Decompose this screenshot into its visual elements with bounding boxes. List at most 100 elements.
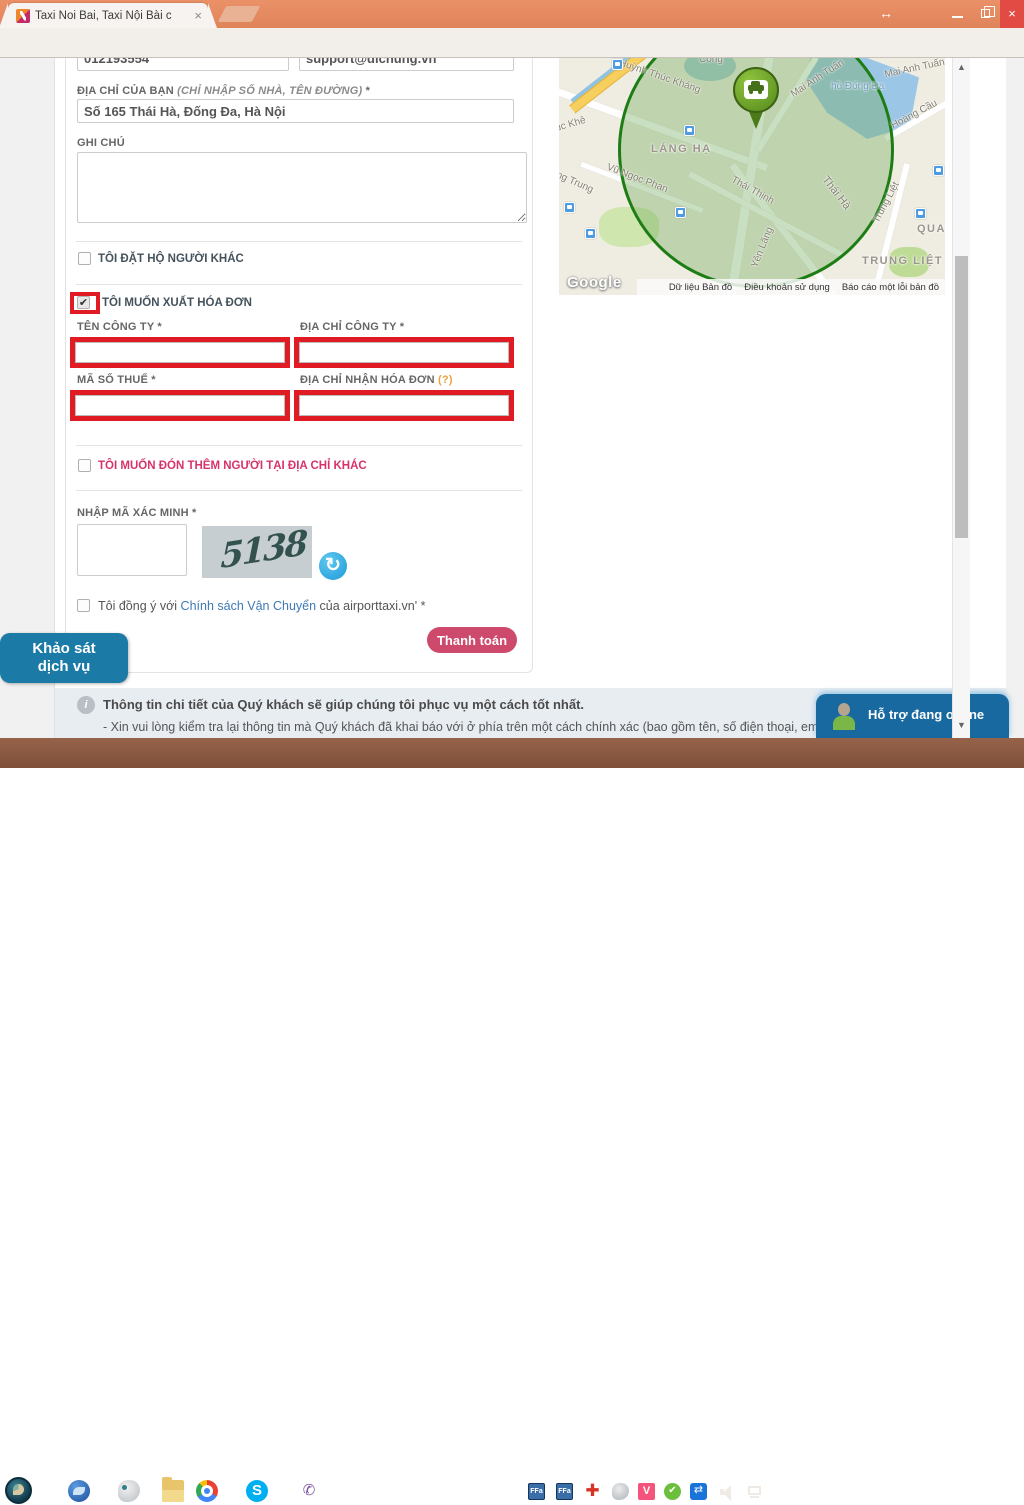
viber-icon[interactable]: ✆ — [298, 1480, 320, 1502]
window-maximize-button[interactable] — [972, 4, 1000, 24]
start-button[interactable] — [5, 1477, 32, 1504]
google-map[interactable]: Huỳnh Thúc Kháng Mai Anh Tuấn Mai Anh Tu… — [559, 58, 945, 295]
window-resize-icon[interactable]: ↔ — [874, 5, 898, 23]
network-icon[interactable] — [748, 1486, 765, 1503]
transit-station-icon[interactable] — [684, 125, 695, 136]
phone-input[interactable] — [77, 58, 289, 71]
support-chat-widget[interactable]: Hỗ trợ đang online — [816, 694, 1009, 738]
company-name-label: TÊN CÔNG TY * — [77, 321, 162, 333]
terms-link[interactable]: Điều khoản sử dụng — [744, 282, 830, 293]
page-viewport: ĐỊA CHỈ CỦA BẠN (CHỈ NHẬP SỐ NHÀ, TÊN ĐƯ… — [0, 58, 1024, 738]
policy-link[interactable]: Chính sách Vận Chuyển — [181, 599, 317, 613]
book-for-other-checkbox[interactable] — [78, 252, 91, 265]
agree-row: Tôi đồng ý với Chính sách Vận Chuyển của… — [98, 599, 425, 613]
antivirus-tray-icon[interactable]: ✔ — [664, 1483, 681, 1500]
browser-toolbar: ← → ↻ airporttaxi.vn/home/info?airport=1… — [0, 28, 1024, 58]
divider — [76, 241, 522, 242]
invoice-address-field-highlight — [294, 390, 514, 421]
help-icon[interactable]: (?) — [438, 374, 453, 386]
ffa-tray-icon[interactable]: FFa — [556, 1483, 573, 1500]
pin-car-badge — [744, 80, 768, 99]
car-icon — [748, 85, 764, 91]
invoice-checkbox[interactable]: ✔ — [77, 296, 90, 309]
pickup-location-pin[interactable] — [733, 67, 779, 133]
divider — [76, 490, 522, 491]
address-label: ĐỊA CHỈ CỦA BẠN (CHỈ NHẬP SỐ NHÀ, TÊN ĐƯ… — [77, 85, 370, 97]
agree-text: Tôi đồng ý với — [98, 599, 181, 613]
divider — [76, 284, 522, 285]
site-favicon — [16, 9, 30, 23]
note-textarea[interactable] — [77, 152, 527, 223]
info-icon: i — [77, 696, 95, 714]
company-address-field-highlight — [294, 337, 514, 368]
survey-line2: dịch vụ — [0, 658, 128, 676]
check-icon: ✔ — [79, 297, 88, 309]
new-tab-button[interactable] — [218, 6, 261, 22]
teamviewer-tray-icon[interactable]: ⇄ — [690, 1483, 707, 1500]
windows-taskbar: S ✆ FFa FFa ✚ V ✔ ⇄ ENG 3:56 PM — [0, 738, 1024, 768]
address-input[interactable] — [77, 99, 514, 123]
info-detail: - Xin vui lòng kiểm tra lại thông tin mà… — [103, 720, 845, 734]
support-agent-avatar — [830, 702, 858, 730]
transit-station-icon[interactable] — [915, 208, 926, 219]
bird-app-icon[interactable] — [118, 1480, 140, 1502]
captcha-refresh-icon[interactable]: ↻ — [319, 552, 347, 580]
transit-station-icon[interactable] — [585, 228, 596, 239]
pay-button[interactable]: Thanh toán — [427, 627, 517, 653]
file-explorer-icon[interactable] — [162, 1480, 184, 1502]
company-address-label: ĐỊA CHỈ CÔNG TY * — [300, 321, 404, 333]
captcha-label: NHẬP MÃ XÁC MINH * — [77, 507, 197, 519]
captcha-input[interactable] — [77, 524, 187, 576]
scroll-up-icon[interactable]: ▲ — [957, 62, 966, 72]
invoice-label: TÔI MUỐN XUẤT HÓA ĐƠN — [102, 297, 252, 309]
v-tray-icon[interactable]: V — [638, 1483, 655, 1500]
transit-station-icon[interactable] — [933, 165, 944, 176]
pickup-other-checkbox[interactable] — [78, 459, 91, 472]
clock[interactable]: 3:56 PM — [955, 1486, 996, 1498]
window-close-button[interactable]: × — [1000, 0, 1024, 28]
tab-close-icon[interactable]: × — [194, 8, 202, 23]
ffa-tray-icon[interactable]: FFa — [528, 1483, 545, 1500]
map-data-link[interactable]: Dữ liệu Bản đồ — [669, 282, 732, 293]
map-label: Cống — [699, 58, 723, 65]
tab-title: Taxi Noi Bai, Taxi Nội Bài c — [35, 10, 190, 22]
transit-station-icon[interactable] — [612, 59, 623, 70]
transit-station-icon[interactable] — [564, 202, 575, 213]
book-for-other-label: TÔI ĐẶT HỘ NGƯỜI KHÁC — [98, 253, 244, 265]
scrollbar-thumb[interactable] — [955, 256, 968, 538]
chrome-icon[interactable] — [196, 1480, 218, 1502]
survey-button[interactable]: Khảo sát dịch vụ — [0, 633, 128, 683]
map-label: úc Khê — [559, 115, 587, 134]
map-attribution: Dữ liệu Bản đồ Điều khoản sử dụng Báo cá… — [637, 279, 945, 295]
report-error-link[interactable]: Báo cáo một lỗi bản đồ — [842, 282, 939, 293]
transit-station-icon[interactable] — [675, 207, 686, 218]
agree-checkbox[interactable] — [77, 599, 90, 612]
pickup-other-label: TÔI MUỐN ĐÓN THÊM NGƯỜI TẠI ĐỊA CHỈ KHÁC — [98, 460, 367, 472]
scheduler-tray-icon[interactable]: ✚ — [584, 1483, 601, 1500]
page-scrollbar[interactable]: ▲ ▼ — [952, 58, 970, 738]
map-label: TRUNG LIỆT — [862, 255, 943, 267]
browser-tab[interactable]: Taxi Noi Bai, Taxi Nội Bài c × — [8, 3, 208, 28]
captcha-code: 5138 — [220, 526, 306, 577]
window-minimize-button[interactable] — [944, 4, 972, 24]
language-indicator[interactable]: ENG — [905, 1486, 929, 1498]
info-heading: Thông tin chi tiết của Quý khách sẽ giúp… — [103, 697, 584, 712]
map-label: QUA — [917, 223, 945, 235]
bird-tray-icon[interactable] — [612, 1483, 629, 1500]
note-label: GHI CHÚ — [77, 137, 125, 149]
invoice-address-label: ĐỊA CHỈ NHẬN HÓA ĐƠN (?) — [300, 374, 453, 386]
invoice-address-input[interactable] — [299, 395, 509, 416]
skype-icon[interactable]: S — [246, 1480, 268, 1502]
browser-titlebar: Taxi Noi Bai, Taxi Nội Bài c × ↔ × — [0, 0, 1024, 28]
map-label: hồ Đống Đa — [831, 81, 884, 92]
thunderbird-icon[interactable] — [68, 1480, 90, 1502]
tax-code-input[interactable] — [75, 395, 285, 416]
map-label: ng Trung — [559, 169, 595, 195]
company-name-input[interactable] — [75, 342, 285, 363]
company-address-input[interactable] — [299, 342, 509, 363]
booking-form-card: ĐỊA CHỈ CỦA BẠN (CHỈ NHẬP SỐ NHÀ, TÊN ĐƯ… — [65, 58, 533, 673]
google-logo: Google — [567, 274, 622, 291]
volume-icon[interactable] — [720, 1485, 737, 1502]
scroll-down-icon[interactable]: ▼ — [957, 720, 966, 730]
email-input[interactable] — [299, 58, 514, 71]
